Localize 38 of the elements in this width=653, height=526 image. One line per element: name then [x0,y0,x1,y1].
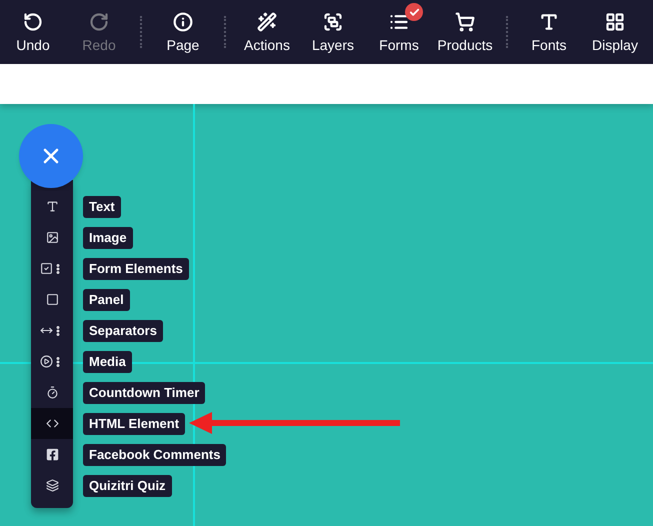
undo-icon [23,12,43,32]
toolbar-button[interactable]: Products [432,0,498,64]
cart-icon [455,12,475,32]
menu-item-label[interactable]: Media [83,350,132,372]
toolbar-button[interactable]: Actions [234,0,300,64]
menu-item-label[interactable]: Image [83,226,133,248]
layers-icon [323,12,343,32]
code-icon [46,417,58,430]
toolbar-button[interactable]: Fonts [516,0,582,64]
toolbar-button[interactable]: Forms [366,0,432,64]
magic-wand-icon [257,12,277,32]
menu-item-label[interactable]: Panel [83,288,130,310]
font-icon [539,12,559,32]
menu-item-icon-cell[interactable] [31,377,73,408]
menu-item-label[interactable]: Countdown Timer [83,382,206,404]
toolbar-button[interactable]: Undo [0,0,66,64]
menu-item-icon-cell[interactable] [31,439,73,470]
menu-item-label[interactable]: Quizitri Quiz [83,474,172,496]
info-icon [173,12,193,32]
facebook-icon [46,448,58,461]
redo-icon [89,12,109,32]
list-icon [389,12,409,32]
menu-item-label[interactable]: Form Elements [83,258,189,280]
image-icon [46,231,58,244]
play-icon [40,355,53,368]
panel-icon [46,293,58,306]
toolbar-button[interactable]: Display [582,0,648,64]
checkbox-icon [40,262,53,275]
menu-item-icon-cell[interactable] [31,408,73,439]
menu-item-label[interactable]: Facebook Comments [83,444,226,466]
timer-icon [46,386,58,399]
text-icon [46,200,58,213]
menu-item-label[interactable]: HTML Element [83,412,186,434]
toolbar-button[interactable]: Layers [300,0,366,64]
toolbar-button[interactable]: Page [150,0,216,64]
grid-icon [605,12,625,32]
menu-item-label[interactable]: Text [83,196,121,218]
menu-item-label[interactable]: Separators [83,320,163,342]
